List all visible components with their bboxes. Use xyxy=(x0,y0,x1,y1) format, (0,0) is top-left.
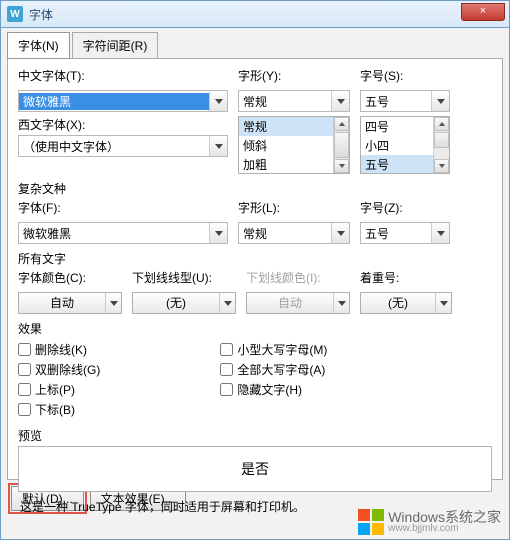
font-size-listbox[interactable]: 四号 小四 五号 xyxy=(360,116,450,174)
scrollbar[interactable] xyxy=(433,117,449,173)
scroll-up-icon[interactable] xyxy=(334,117,349,131)
checkbox-input[interactable] xyxy=(18,343,31,356)
complex-style-label: 字形(L): xyxy=(238,199,350,216)
effects-left-column: 删除线(K) 双删除线(G) 上标(P) 下标(B) xyxy=(18,339,100,419)
underline-type-label: 下划线线型(U): xyxy=(132,269,236,286)
tab-font[interactable]: 字体(N) xyxy=(7,32,70,59)
window-title: 字体 xyxy=(29,6,53,23)
preview-title: 预览 xyxy=(18,427,492,444)
list-item[interactable]: 倾斜 xyxy=(239,136,333,155)
tab-strip: 字体(N) 字符间距(R) xyxy=(7,32,503,59)
double-strikethrough-checkbox[interactable]: 双删除线(G) xyxy=(18,359,100,379)
small-caps-checkbox[interactable]: 小型大写字母(M) xyxy=(220,339,327,359)
underline-color-value: 自动 xyxy=(247,293,333,313)
complex-size-label: 字号(Z): xyxy=(360,199,450,216)
complex-size-value: 五号 xyxy=(361,225,431,242)
complex-script-title: 复杂文种 xyxy=(18,180,492,197)
complex-size-combo[interactable]: 五号 xyxy=(360,222,450,244)
watermark: Windows系统之家 www.bjjmlv.com xyxy=(358,509,501,535)
scroll-thumb[interactable] xyxy=(434,132,449,148)
chevron-down-icon[interactable] xyxy=(435,293,451,313)
chevron-down-icon[interactable] xyxy=(209,91,227,111)
font-style-label: 字形(Y): xyxy=(238,67,350,84)
list-item[interactable]: 加粗 xyxy=(239,155,333,174)
checkbox-input[interactable] xyxy=(220,383,233,396)
scroll-down-icon[interactable] xyxy=(434,159,449,173)
chevron-down-icon[interactable] xyxy=(431,223,449,243)
font-style-combo[interactable]: 常规 xyxy=(238,90,350,112)
chevron-down-icon xyxy=(333,293,349,313)
checkbox-input[interactable] xyxy=(18,383,31,396)
complex-style-value: 常规 xyxy=(239,225,331,242)
all-caps-checkbox[interactable]: 全部大写字母(A) xyxy=(220,359,327,379)
chinese-font-label: 中文字体(T): xyxy=(18,67,228,84)
scroll-up-icon[interactable] xyxy=(434,117,449,131)
chinese-font-combo[interactable]: 微软雅黑 xyxy=(18,90,228,112)
font-style-value: 常规 xyxy=(239,93,331,110)
title-bar: W 字体 × xyxy=(0,0,510,28)
close-button[interactable]: × xyxy=(461,3,505,21)
chevron-down-icon[interactable] xyxy=(219,293,235,313)
emphasis-label: 着重号: xyxy=(360,269,452,286)
scroll-thumb[interactable] xyxy=(334,132,349,158)
preview-box: 是否 xyxy=(18,446,492,492)
list-item[interactable]: 常规 xyxy=(239,117,333,136)
western-font-value: （使用中文字体） xyxy=(19,138,209,155)
list-item[interactable]: 四号 xyxy=(361,117,433,136)
chevron-down-icon[interactable] xyxy=(431,91,449,111)
effects-title: 效果 xyxy=(18,320,492,337)
list-item[interactable]: 五号 xyxy=(361,155,433,174)
app-icon: W xyxy=(7,6,23,22)
checkbox-input[interactable] xyxy=(18,403,31,416)
scrollbar[interactable] xyxy=(333,117,349,173)
chevron-down-icon[interactable] xyxy=(331,91,349,111)
font-color-value: 自动 xyxy=(19,293,105,313)
western-font-combo[interactable]: （使用中文字体） xyxy=(18,135,228,157)
font-color-label: 字体颜色(C): xyxy=(18,269,122,286)
font-color-combo[interactable]: 自动 xyxy=(18,292,122,314)
underline-type-combo[interactable]: (无) xyxy=(132,292,236,314)
superscript-checkbox[interactable]: 上标(P) xyxy=(18,379,100,399)
scroll-down-icon[interactable] xyxy=(334,159,349,173)
chevron-down-icon[interactable] xyxy=(209,223,227,243)
list-item[interactable]: 小四 xyxy=(361,136,433,155)
emphasis-combo[interactable]: (无) xyxy=(360,292,452,314)
complex-style-combo[interactable]: 常规 xyxy=(238,222,350,244)
font-size-combo[interactable]: 五号 xyxy=(360,90,450,112)
chevron-down-icon[interactable] xyxy=(209,136,227,156)
tab-char-spacing[interactable]: 字符间距(R) xyxy=(72,32,159,59)
hidden-text-checkbox[interactable]: 隐藏文字(H) xyxy=(220,379,327,399)
complex-font-value: 微软雅黑 xyxy=(19,225,209,242)
underline-color-label: 下划线颜色(I): xyxy=(246,269,350,286)
complex-font-label: 字体(F): xyxy=(18,199,228,216)
chevron-down-icon[interactable] xyxy=(331,223,349,243)
watermark-line1: Windows系统之家 xyxy=(388,510,501,524)
effects-right-column: 小型大写字母(M) 全部大写字母(A) 隐藏文字(H) xyxy=(220,339,327,419)
emphasis-value: (无) xyxy=(361,293,435,313)
checkbox-input[interactable] xyxy=(220,363,233,376)
subscript-checkbox[interactable]: 下标(B) xyxy=(18,399,100,419)
strikethrough-checkbox[interactable]: 删除线(K) xyxy=(18,339,100,359)
underline-color-combo: 自动 xyxy=(246,292,350,314)
font-panel: 中文字体(T): 字形(Y): 字号(S): 微软雅黑 常规 五号 xyxy=(7,58,503,480)
checkbox-input[interactable] xyxy=(18,363,31,376)
watermark-line2: www.bjjmlv.com xyxy=(388,524,501,534)
checkbox-input[interactable] xyxy=(220,343,233,356)
chinese-font-value: 微软雅黑 xyxy=(19,93,209,110)
font-size-value: 五号 xyxy=(361,93,431,110)
chevron-down-icon[interactable] xyxy=(105,293,121,313)
preview-text: 是否 xyxy=(241,459,269,479)
western-font-label: 西文字体(X): xyxy=(18,116,228,133)
all-text-title: 所有文字 xyxy=(18,250,492,267)
underline-type-value: (无) xyxy=(133,293,219,313)
windows-logo-icon xyxy=(358,509,384,535)
window-body: 字体(N) 字符间距(R) 中文字体(T): 字形(Y): 字号(S): 微软雅… xyxy=(0,28,510,540)
font-style-listbox[interactable]: 常规 倾斜 加粗 xyxy=(238,116,350,174)
complex-font-combo[interactable]: 微软雅黑 xyxy=(18,222,228,244)
font-size-label: 字号(S): xyxy=(360,67,450,84)
